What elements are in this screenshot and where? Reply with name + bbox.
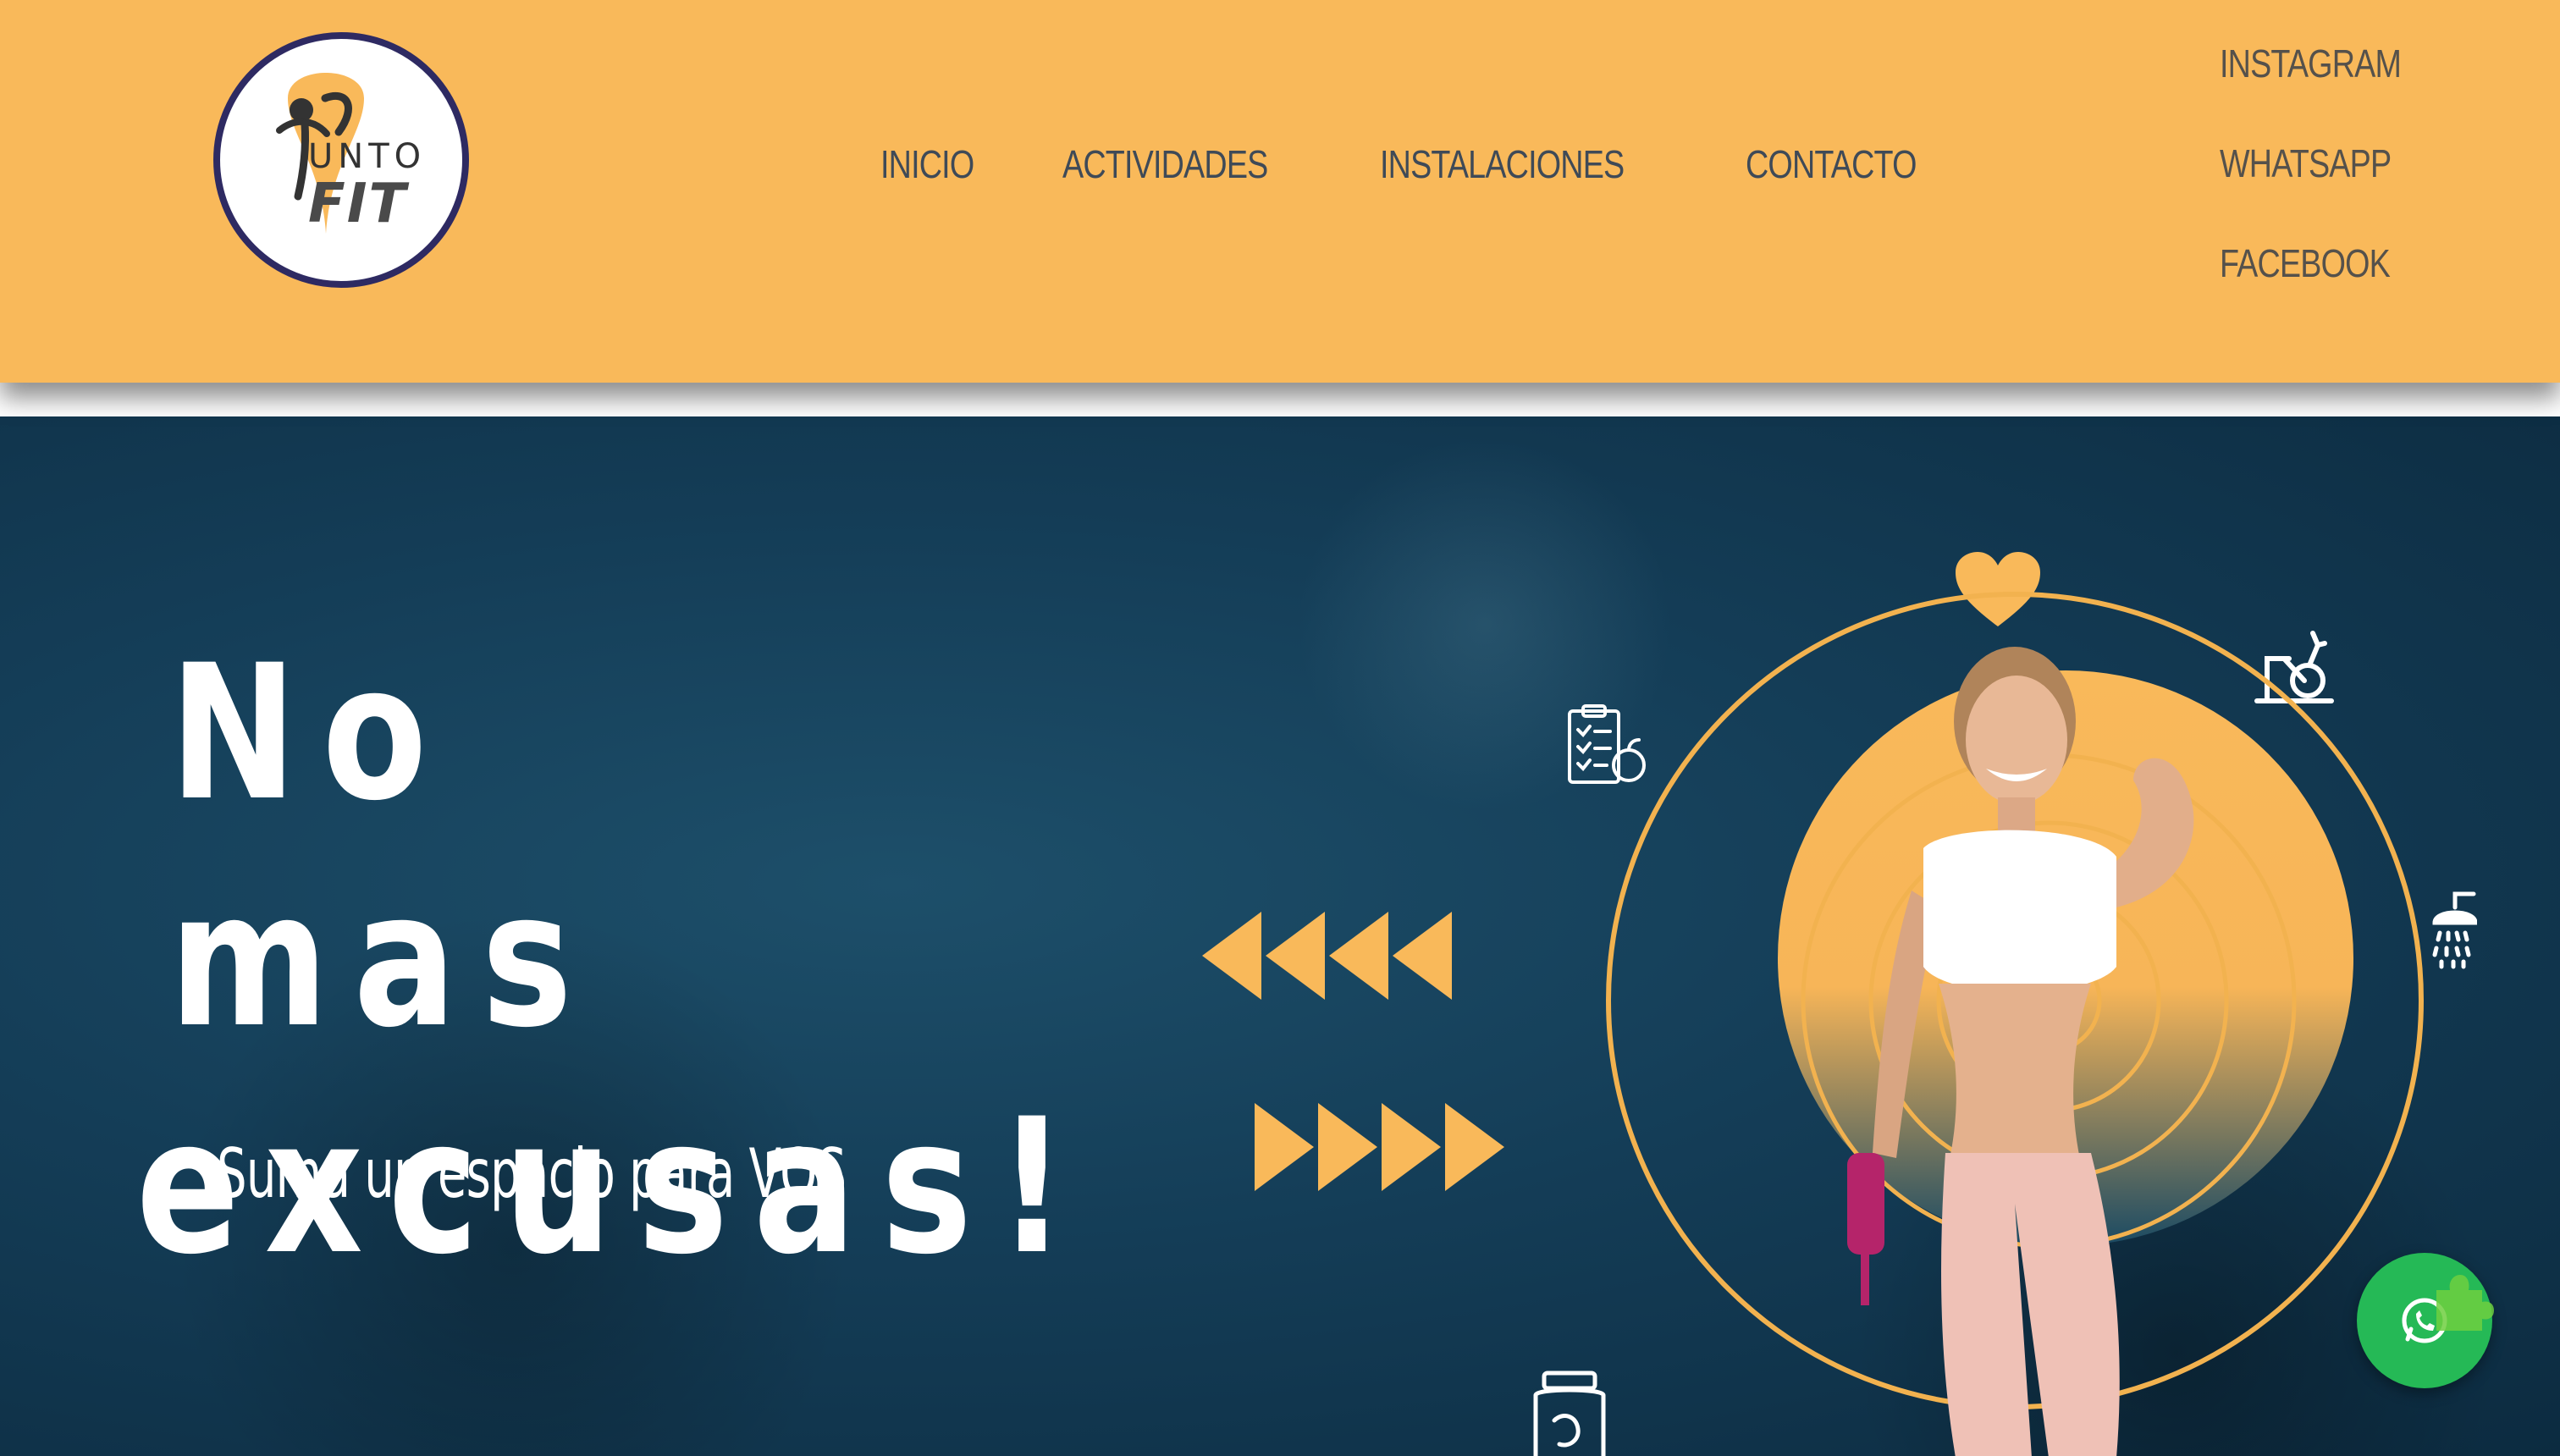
hero-banner: No mas excusas! Suma un espacio para VOS: [0, 416, 2560, 1456]
logo-text-bottom: FIT: [308, 173, 408, 235]
social-link-whatsapp[interactable]: WHATSAPP: [2220, 141, 2392, 186]
social-link-instagram[interactable]: INSTAGRAM: [2220, 41, 2402, 86]
forward-arrows-icon: [1255, 1103, 1504, 1191]
nav-item-inicio[interactable]: INICIO: [880, 141, 974, 187]
hero-headline-line1: No mas: [169, 625, 598, 1068]
nav-item-instalaciones[interactable]: INSTALACIONES: [1380, 141, 1625, 187]
social-link-facebook[interactable]: FACEBOOK: [2220, 240, 2391, 286]
main-nav: INICIO ACTIVIDADES INSTALACIONES CONTACT…: [880, 139, 1954, 190]
nav-item-contacto[interactable]: CONTACTO: [1746, 141, 1917, 187]
site-header: UNTO FIT INICIO ACTIVIDADES INSTALACIONE…: [0, 0, 2560, 383]
hero-subline: Suma un espacio para VOS: [217, 1134, 847, 1213]
hero-figure-art: [1606, 592, 2424, 1456]
rewind-arrows-icon: [1202, 912, 1452, 1000]
nav-item-actividades[interactable]: ACTIVIDADES: [1062, 141, 1268, 187]
puzzle-icon: [2436, 1275, 2494, 1331]
logo-text-top: UNTO: [308, 137, 427, 176]
site-logo[interactable]: UNTO FIT: [213, 32, 469, 288]
social-links: INSTAGRAM WHATSAPP FACEBOOK: [2220, 41, 2524, 303]
hero-arrows: [1202, 912, 1504, 1191]
